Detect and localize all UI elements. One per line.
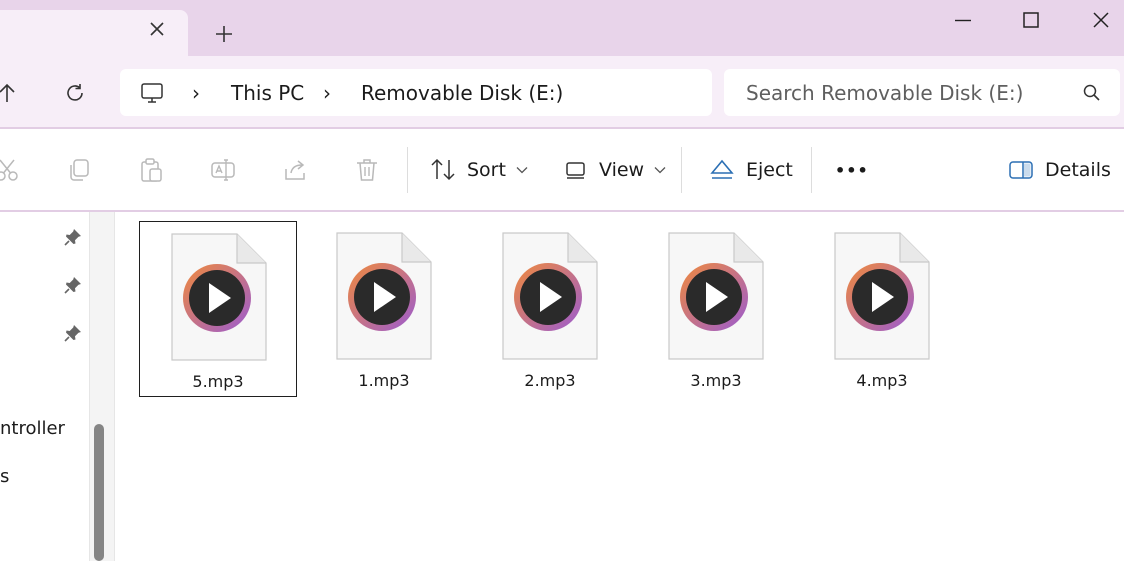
file-item[interactable]: 4.mp3	[803, 221, 961, 397]
share-icon[interactable]	[282, 157, 308, 183]
audio-file-icon	[834, 232, 930, 360]
up-arrow-icon[interactable]	[0, 80, 20, 106]
file-item[interactable]: 1.mp3	[305, 221, 463, 397]
eject-button[interactable]: Eject	[709, 150, 793, 190]
file-item[interactable]: 2.mp3	[471, 221, 629, 397]
audio-file-icon	[668, 232, 764, 360]
view-label: View	[599, 159, 645, 181]
audio-file-icon	[171, 233, 267, 361]
audio-file-icon	[336, 232, 432, 360]
sidebar-item-partial[interactable]: s	[0, 466, 9, 487]
sidebar-item-controller[interactable]: ntroller	[0, 418, 65, 439]
pin-icon[interactable]	[64, 324, 82, 342]
computer-icon	[141, 83, 163, 103]
eject-icon	[710, 159, 734, 179]
details-pane-icon	[1009, 161, 1033, 179]
rename-icon[interactable]	[210, 157, 236, 183]
breadcrumb-removable-disk[interactable]: Removable Disk (E:)	[361, 81, 563, 105]
chevron-down-icon	[654, 167, 666, 174]
file-name: 1.mp3	[358, 371, 410, 390]
command-bar	[0, 129, 1124, 210]
sort-icon	[431, 158, 455, 181]
tab-close-icon[interactable]	[146, 18, 168, 40]
file-item[interactable]: 3.mp3	[637, 221, 795, 397]
breadcrumb-separator-2: ›	[323, 81, 331, 105]
address-box[interactable]: › This PC › Removable Disk (E:)	[120, 69, 712, 116]
chevron-down-icon	[516, 167, 528, 174]
close-icon[interactable]	[1086, 6, 1116, 34]
cut-icon[interactable]	[0, 157, 20, 183]
eject-label: Eject	[746, 159, 793, 181]
delete-icon[interactable]	[354, 157, 380, 183]
search-placeholder[interactable]: Search Removable Disk (E:)	[746, 81, 1023, 105]
view-button[interactable]: View	[564, 150, 666, 190]
pin-icon[interactable]	[64, 228, 82, 246]
more-options-icon: •••	[835, 160, 869, 180]
file-item[interactable]: 5.mp3	[139, 221, 297, 397]
sort-label: Sort	[467, 159, 506, 181]
minimize-icon[interactable]	[948, 6, 978, 34]
file-name: 3.mp3	[690, 371, 742, 390]
search-box[interactable]: Search Removable Disk (E:)	[724, 69, 1120, 116]
refresh-icon[interactable]	[62, 80, 88, 106]
file-name: 4.mp3	[856, 371, 908, 390]
toolbar-separator	[681, 147, 682, 193]
breadcrumb-separator-1: ›	[192, 81, 200, 105]
sidebar-scrollbar-thumb[interactable]	[94, 424, 104, 561]
more-options-button[interactable]: •••	[835, 150, 869, 190]
details-label: Details	[1045, 159, 1111, 181]
copy-icon[interactable]	[66, 157, 92, 183]
maximize-icon[interactable]	[1016, 6, 1046, 34]
file-name: 5.mp3	[192, 372, 244, 391]
sort-button[interactable]: Sort	[430, 150, 528, 190]
breadcrumb-this-pc[interactable]: This PC	[231, 81, 304, 105]
view-icon	[566, 162, 585, 179]
paste-icon[interactable]	[138, 157, 164, 183]
new-tab-icon[interactable]	[212, 22, 236, 46]
file-name: 2.mp3	[524, 371, 576, 390]
toolbar-separator	[407, 147, 408, 193]
search-icon[interactable]	[1082, 83, 1102, 103]
details-button[interactable]: Details	[1008, 150, 1111, 190]
pin-icon[interactable]	[64, 276, 82, 294]
audio-file-icon	[502, 232, 598, 360]
toolbar-separator	[811, 147, 812, 193]
